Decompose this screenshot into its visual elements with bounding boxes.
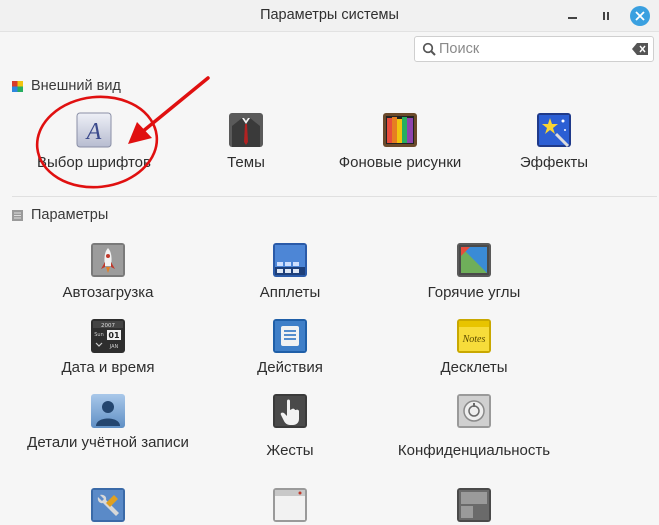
- close-button[interactable]: [630, 6, 650, 26]
- calendar-day: 01: [108, 331, 120, 340]
- annotation-arrowhead: [128, 122, 152, 144]
- clear-search-icon[interactable]: [632, 43, 648, 55]
- notes-icon: Notes: [457, 319, 491, 353]
- item-label: Дата и время: [61, 359, 155, 376]
- hot-corner-icon: [457, 243, 491, 277]
- window-title: Параметры системы: [260, 7, 399, 23]
- preferences-section-icon: [12, 209, 23, 221]
- privacy-icon: [457, 394, 491, 428]
- calendar-month: JAN: [109, 344, 119, 350]
- window-icon: [273, 488, 307, 522]
- item-label: Десклеты: [440, 359, 508, 376]
- section-divider: [12, 196, 657, 197]
- item-label: Жесты: [266, 442, 314, 459]
- applets-icon: [273, 243, 307, 277]
- search-icon: [422, 42, 436, 56]
- search-input[interactable]: [439, 39, 619, 59]
- hand-icon: [273, 394, 307, 428]
- svg-text:A: A: [85, 119, 102, 145]
- annotation-arrow: [140, 76, 210, 134]
- item-label: Конфиденциальность: [397, 442, 551, 459]
- item-label: Эффекты: [519, 154, 589, 171]
- calendar-day-name: Sun: [94, 332, 104, 338]
- effects-icon: [537, 113, 571, 148]
- item-label: Апплеты: [259, 284, 321, 301]
- item-label: Детали учётной записи: [27, 434, 189, 451]
- item-label: Темы: [227, 154, 265, 171]
- notes-icon-text: Notes: [462, 334, 486, 345]
- user-icon: [91, 394, 125, 428]
- item-label: Автозагрузка: [62, 284, 154, 301]
- actions-icon: [273, 319, 307, 353]
- item-label: Горячие углы: [427, 284, 521, 301]
- item-label: Фоновые рисунки: [338, 154, 462, 171]
- workspace-icon: [457, 488, 491, 522]
- calendar-year: 2007: [101, 323, 115, 329]
- section-appearance-title: Внешний вид: [31, 78, 121, 94]
- appearance-section-icon: [12, 80, 23, 92]
- section-appearance: Внешний вид: [12, 78, 121, 94]
- rocket-icon: [91, 243, 125, 277]
- section-preferences: Параметры: [12, 207, 108, 223]
- title-bar: Параметры системы: [0, 0, 659, 32]
- wallpaper-icon: [383, 113, 417, 147]
- minimize-button[interactable]: [563, 6, 583, 26]
- font-icon: A: [76, 112, 112, 148]
- maximize-button[interactable]: [596, 6, 616, 26]
- calendar-icon: 2007 Sun 01 JAN: [91, 319, 125, 353]
- search-box[interactable]: [414, 36, 654, 62]
- close-icon: [635, 11, 645, 21]
- section-preferences-title: Параметры: [31, 207, 109, 223]
- suit-icon: [229, 113, 263, 147]
- item-label: Действия: [257, 359, 323, 376]
- tools-icon: [91, 488, 125, 522]
